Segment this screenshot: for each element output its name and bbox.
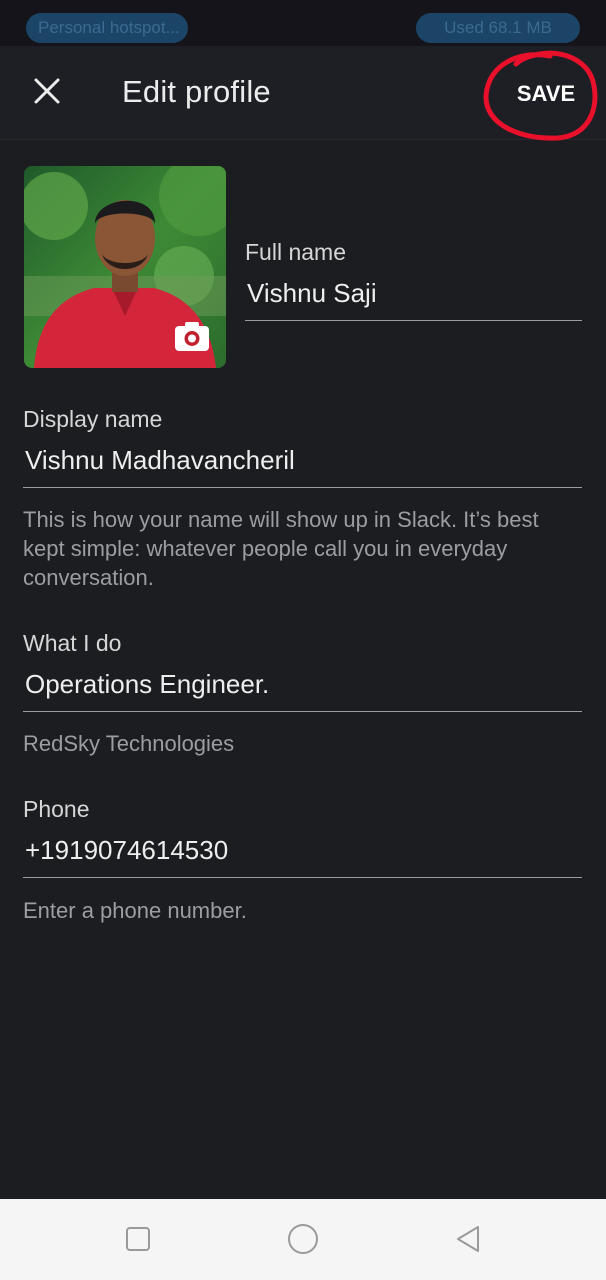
display-name-label: Display name (23, 406, 163, 432)
back-button[interactable] (448, 1219, 488, 1259)
what-i-do-field[interactable]: Operations Engineer. (25, 669, 269, 700)
circle-icon (288, 1224, 318, 1254)
save-button[interactable]: SAVE (500, 76, 592, 112)
full-name-label: Full name (245, 239, 346, 265)
hotspot-pill: Personal hotspot... (26, 13, 188, 43)
square-icon (126, 1227, 150, 1251)
phone-underline (23, 877, 582, 878)
phone-field[interactable]: +1919074614530 (25, 835, 228, 866)
phone-helper: Enter a phone number. (23, 898, 247, 923)
display-name-underline (23, 487, 582, 488)
navigation-bar (0, 1199, 606, 1280)
close-icon (34, 78, 60, 104)
close-button[interactable] (24, 68, 70, 114)
data-usage-pill: Used 68.1 MB (416, 13, 580, 43)
full-name-underline (245, 320, 582, 321)
what-i-do-label: What I do (23, 630, 122, 656)
display-name-helper: This is how your name will show up in Sl… (23, 507, 539, 590)
company-text: RedSky Technologies (23, 731, 235, 756)
triangle-back-icon (457, 1226, 479, 1252)
app-bar: Edit profile SAVE (0, 46, 606, 140)
status-bar: Personal hotspot... Used 68.1 MB (0, 0, 606, 46)
camera-icon[interactable] (174, 320, 210, 352)
phone-label: Phone (23, 796, 90, 822)
full-name-field[interactable]: Vishnu Saji (247, 278, 377, 309)
page-title: Edit profile (122, 74, 271, 109)
recents-button[interactable] (118, 1219, 158, 1259)
what-i-do-underline (23, 711, 582, 712)
display-name-field[interactable]: Vishnu Madhavancheril (25, 445, 295, 476)
home-button[interactable] (283, 1219, 323, 1259)
